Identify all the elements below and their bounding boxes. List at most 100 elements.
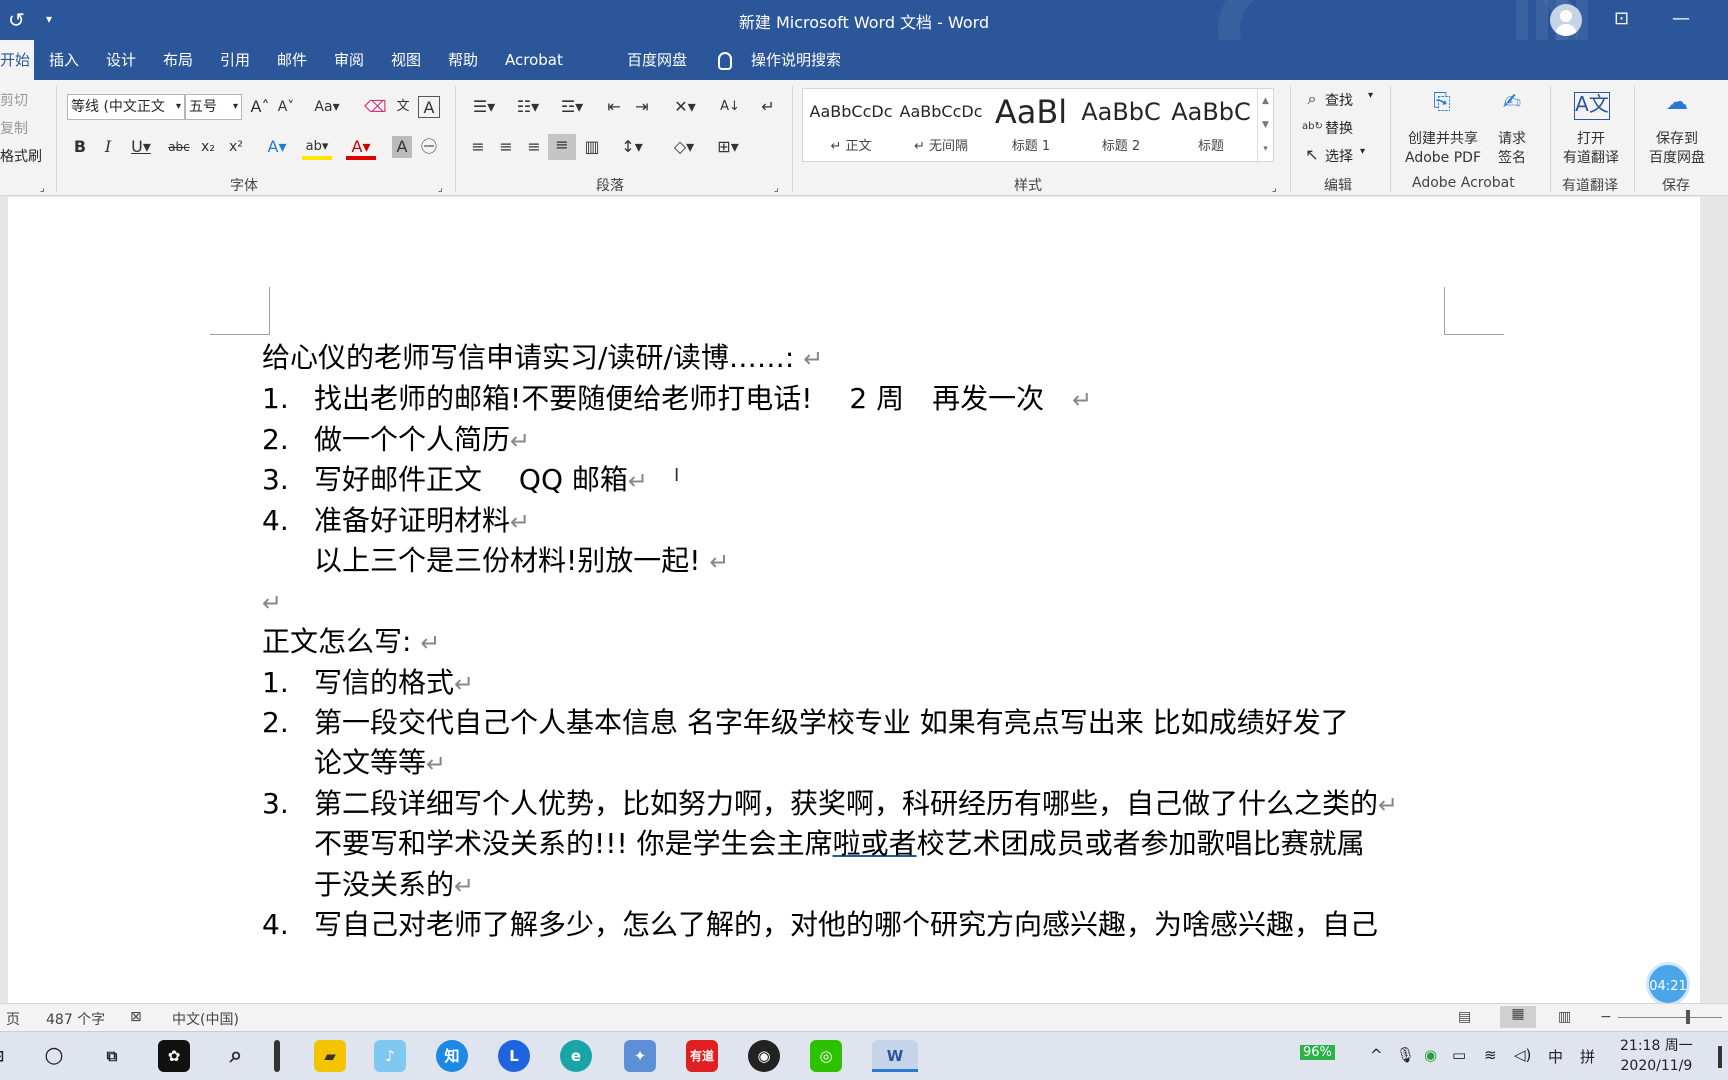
spellcheck-underlined-text[interactable]: 啦或者 — [833, 827, 917, 860]
style-no-spacing[interactable]: AaBbCcDc ↵ 无间隔 — [897, 89, 985, 163]
select-button[interactable]: 选择 — [1325, 146, 1353, 166]
find-button[interactable]: 查找 — [1325, 90, 1353, 110]
subscript-icon[interactable]: x₂ — [198, 136, 218, 158]
superscript-icon[interactable]: x² — [226, 136, 246, 158]
font-name-select[interactable]: 等线 (中文正文 ▾ — [67, 94, 185, 120]
create-share-pdf-button[interactable]: 创建并共享 Adobe PDF — [1398, 130, 1488, 168]
show-hidden-icons-icon[interactable]: ^ — [1370, 1046, 1383, 1064]
app-icon-2[interactable]: ♪ — [374, 1040, 406, 1072]
format-painter-button[interactable]: 格式刷 — [0, 146, 42, 166]
phonetic-guide-icon[interactable]: 文 — [392, 96, 414, 118]
change-case-icon[interactable]: Aa▾ — [310, 96, 344, 118]
edge-icon[interactable]: e — [560, 1040, 592, 1072]
tab-view[interactable]: 视图 — [391, 40, 421, 80]
style-heading-1[interactable]: AaBl 标题 1 — [987, 89, 1075, 163]
character-shading-icon[interactable]: A — [392, 136, 412, 158]
style-heading-2[interactable]: AaBbC 标题 2 — [1077, 89, 1165, 163]
word-taskbar-icon[interactable]: W — [872, 1040, 918, 1072]
web-layout-icon[interactable]: ▥ — [1558, 1009, 1571, 1025]
find-dropdown-icon[interactable]: ▾ — [1368, 90, 1373, 101]
distributed-icon[interactable]: ▥ — [580, 136, 604, 158]
recording-timer[interactable]: 04:21 — [1646, 962, 1690, 1006]
ribbon-display-options-icon[interactable]: ⊡ — [1614, 8, 1629, 29]
style-normal[interactable]: AaBbCcDc ↵ 正文 — [807, 89, 895, 163]
styles-scroll[interactable]: ▲ ▼ ▾ — [1257, 89, 1273, 163]
proofing-icon[interactable]: ⊠ — [130, 1009, 142, 1025]
app-icon-l[interactable]: L — [498, 1040, 530, 1072]
request-signature-button[interactable]: 请求 签名 — [1492, 130, 1532, 168]
clear-formatting-icon[interactable]: ⌫ — [364, 96, 387, 118]
sticky-notes-icon[interactable]: ▰ — [314, 1040, 346, 1072]
print-layout-icon[interactable]: ▦ — [1500, 1006, 1536, 1028]
ime-pinyin-indicator[interactable]: 拼 — [1580, 1046, 1595, 1067]
search-app-icon[interactable]: ⌕ — [220, 1040, 252, 1072]
ime-chinese-indicator[interactable]: 中 — [1548, 1046, 1563, 1067]
cut-button[interactable]: 剪切 — [0, 90, 28, 110]
microphone-icon[interactable]: 🎙 — [1396, 1046, 1415, 1064]
select-dropdown-icon[interactable]: ▾ — [1360, 146, 1365, 157]
show-marks-icon[interactable]: ↵ — [756, 96, 780, 118]
tab-mailings[interactable]: 邮件 — [277, 40, 307, 80]
bold-icon[interactable]: B — [70, 136, 90, 158]
show-desktop-button[interactable] — [1718, 1046, 1722, 1068]
app-icon-3[interactable]: ✦ — [624, 1040, 656, 1072]
grow-font-icon[interactable]: A˄ — [250, 96, 270, 118]
style-title[interactable]: AaBbC 标题 — [1167, 89, 1255, 163]
minimize-button[interactable]: — — [1672, 8, 1690, 29]
tray-app-icon[interactable]: ◉ — [1424, 1046, 1437, 1064]
wechat-icon[interactable]: ◎ — [810, 1040, 842, 1072]
word-count[interactable]: 487 个字 — [46, 1009, 105, 1029]
strikethrough-icon[interactable]: abc — [166, 136, 192, 158]
text-effects-icon[interactable]: A▾ — [262, 136, 292, 158]
chinese-layout-icon[interactable]: ✕▾ — [668, 96, 702, 118]
battery-indicator[interactable]: 96% — [1300, 1045, 1335, 1060]
highlight-color-icon[interactable]: ab▾ — [302, 136, 332, 160]
wifi-icon[interactable]: ≋ — [1484, 1046, 1497, 1064]
shrink-font-icon[interactable]: A˅ — [276, 96, 296, 118]
tab-review[interactable]: 审阅 — [334, 40, 364, 80]
qq-icon[interactable]: ◉ — [748, 1040, 780, 1072]
open-youdao-button[interactable]: 打开 有道翻译 — [1558, 130, 1624, 168]
font-color-icon[interactable]: A▾ — [346, 136, 376, 160]
zoom-slider[interactable] — [1618, 1017, 1722, 1018]
shading-icon[interactable]: ◇▾ — [666, 136, 702, 158]
save-to-baidu-button[interactable]: 保存到 百度网盘 — [1642, 130, 1712, 168]
enclose-characters-icon[interactable]: ㊀ — [418, 136, 440, 158]
app-icon-1[interactable]: ✿ — [158, 1040, 190, 1072]
font-size-select[interactable]: 五号 ▾ — [185, 94, 242, 120]
start-button[interactable]: ⊞ — [0, 1040, 14, 1072]
zhihu-icon[interactable]: 知 — [436, 1040, 468, 1072]
volume-icon[interactable]: ◁) — [1514, 1046, 1531, 1064]
italic-icon[interactable]: I — [98, 136, 118, 158]
justify-icon[interactable]: ≡ — [548, 134, 576, 160]
account-avatar[interactable] — [1550, 4, 1582, 36]
clock[interactable]: 21:18 周一 2020/11/9 — [1620, 1036, 1693, 1076]
language-indicator[interactable]: 中文(中国) — [172, 1009, 239, 1029]
replace-button[interactable]: 替换 — [1325, 118, 1353, 138]
tab-baidu-netdisk[interactable]: 百度网盘 — [627, 40, 687, 80]
cortana-icon[interactable]: ○ — [38, 1040, 70, 1072]
align-right-icon[interactable]: ≡ — [522, 136, 546, 158]
task-view-icon[interactable]: ⧉ — [96, 1040, 128, 1072]
decrease-indent-icon[interactable]: ⇤ — [602, 96, 626, 118]
sort-icon[interactable]: A↓ — [718, 96, 742, 118]
zoom-slider-thumb[interactable] — [1686, 1010, 1690, 1024]
numbering-icon[interactable]: ☷▾ — [510, 96, 546, 118]
tab-layout[interactable]: 布局 — [163, 40, 193, 80]
align-center-icon[interactable]: ≡ — [494, 136, 518, 158]
power-icon[interactable]: ▭ — [1452, 1046, 1466, 1064]
bullets-icon[interactable]: ☰▾ — [466, 96, 502, 118]
zoom-out-icon[interactable]: − — [1600, 1009, 1612, 1025]
youdao-dict-icon[interactable]: 有道 — [686, 1040, 718, 1072]
tab-home[interactable]: 开始 — [0, 40, 34, 80]
increase-indent-icon[interactable]: ⇥ — [630, 96, 654, 118]
tab-acrobat[interactable]: Acrobat — [505, 40, 563, 80]
tab-references[interactable]: 引用 — [220, 40, 250, 80]
character-border-icon[interactable]: A — [418, 96, 440, 118]
borders-icon[interactable]: ⊞▾ — [710, 136, 746, 158]
tab-design[interactable]: 设计 — [106, 40, 136, 80]
page-indicator[interactable]: 页 — [6, 1009, 20, 1029]
tell-me-search[interactable]: 操作说明搜索 — [751, 40, 841, 80]
copy-button[interactable]: 复制 — [0, 118, 28, 138]
tab-help[interactable]: 帮助 — [448, 40, 478, 80]
